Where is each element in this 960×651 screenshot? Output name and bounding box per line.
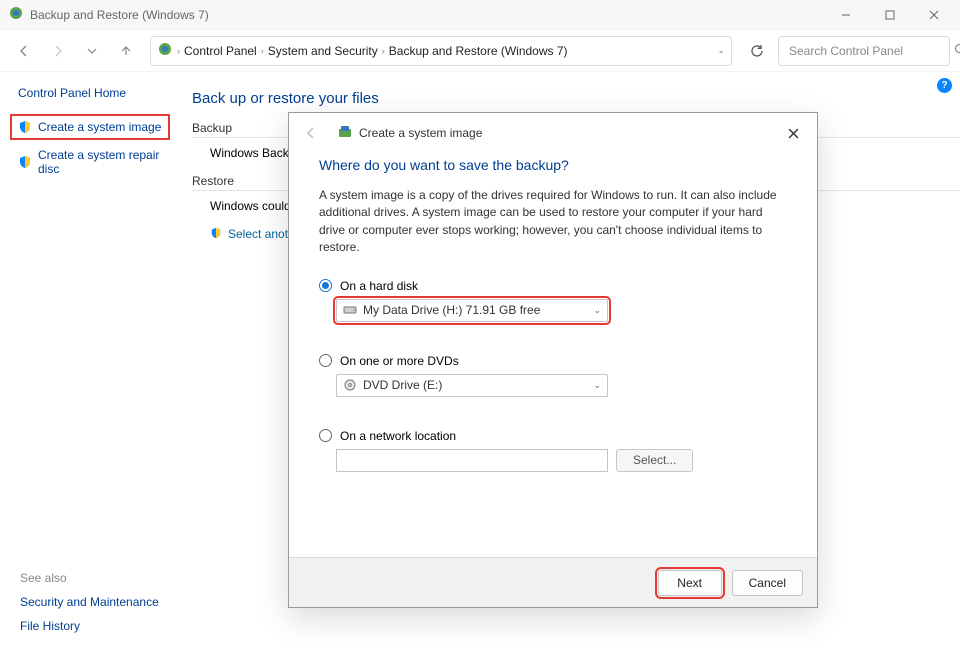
- chevron-right-icon: ›: [382, 46, 385, 56]
- dvd-label[interactable]: On one or more DVDs: [340, 354, 459, 368]
- drive-icon: [343, 304, 357, 316]
- breadcrumb-system-security[interactable]: System and Security: [268, 44, 378, 58]
- see-also: See also Security and Maintenance File H…: [20, 571, 159, 633]
- disc-icon: [343, 379, 357, 391]
- minimize-button[interactable]: [824, 0, 868, 30]
- titlebar: Backup and Restore (Windows 7): [0, 0, 960, 30]
- create-system-image-link[interactable]: Create a system image: [18, 118, 162, 136]
- dialog-description: A system image is a copy of the drives r…: [319, 187, 787, 257]
- create-repair-disc-label: Create a system repair disc: [38, 148, 178, 176]
- dialog-icon: [337, 124, 353, 143]
- next-button[interactable]: Next: [658, 570, 722, 596]
- back-button[interactable]: [10, 37, 38, 65]
- chevron-right-icon: ›: [177, 46, 180, 56]
- security-maintenance-link[interactable]: Security and Maintenance: [20, 595, 159, 609]
- backup-target-hard-disk: On a hard disk My Data Drive (H:) 71.91 …: [319, 279, 787, 322]
- breadcrumb-backup-restore[interactable]: Backup and Restore (Windows 7): [389, 44, 568, 58]
- shield-icon: [210, 227, 224, 241]
- page-title: Back up or restore your files: [192, 90, 960, 107]
- create-system-image-label: Create a system image: [38, 120, 161, 134]
- file-history-link[interactable]: File History: [20, 619, 159, 633]
- create-repair-disc-link[interactable]: Create a system repair disc: [18, 146, 178, 178]
- dialog-close-button[interactable]: [779, 119, 807, 147]
- dvd-radio[interactable]: [319, 354, 332, 367]
- refresh-button[interactable]: [742, 36, 772, 66]
- addressbar-icon: [157, 41, 173, 60]
- maximize-button[interactable]: [868, 0, 912, 30]
- hard-disk-value: My Data Drive (H:) 71.91 GB free: [363, 303, 540, 317]
- dvd-select[interactable]: DVD Drive (E:) ⌄: [336, 374, 608, 397]
- recent-locations-button[interactable]: [78, 37, 106, 65]
- window-title: Backup and Restore (Windows 7): [30, 8, 209, 22]
- dialog-back-button[interactable]: [297, 119, 325, 147]
- shield-icon: [18, 155, 32, 169]
- hard-disk-select[interactable]: My Data Drive (H:) 71.91 GB free ⌄: [336, 299, 608, 322]
- network-label[interactable]: On a network location: [340, 429, 456, 443]
- sidebar: Control Panel Home Create a system image…: [18, 86, 178, 178]
- backup-target-network: On a network location Select...: [319, 429, 787, 472]
- create-system-image-dialog: Create a system image Where do you want …: [288, 112, 818, 608]
- see-also-label: See also: [20, 571, 159, 585]
- hard-disk-radio[interactable]: [319, 279, 332, 292]
- cancel-button[interactable]: Cancel: [732, 570, 803, 596]
- navbar: › Control Panel › System and Security › …: [0, 30, 960, 72]
- search-field[interactable]: [787, 43, 946, 59]
- chevron-down-icon: ⌄: [593, 305, 601, 316]
- breadcrumb-control-panel[interactable]: Control Panel: [184, 44, 257, 58]
- dialog-title: Create a system image: [359, 126, 482, 140]
- chevron-down-icon[interactable]: ⌄: [717, 45, 725, 56]
- chevron-right-icon: ›: [261, 46, 264, 56]
- network-radio[interactable]: [319, 429, 332, 442]
- forward-button[interactable]: [44, 37, 72, 65]
- search-input[interactable]: [778, 36, 950, 66]
- chevron-down-icon: ⌄: [593, 380, 601, 391]
- select-network-button[interactable]: Select...: [616, 449, 693, 472]
- search-icon: [954, 43, 960, 59]
- dialog-header: Create a system image: [289, 113, 817, 153]
- close-button[interactable]: [912, 0, 956, 30]
- app-icon: [8, 5, 24, 24]
- dialog-heading: Where do you want to save the backup?: [319, 157, 787, 173]
- control-panel-home-link[interactable]: Control Panel Home: [18, 86, 178, 100]
- dvd-value: DVD Drive (E:): [363, 378, 442, 392]
- shield-icon: [18, 120, 32, 134]
- addressbar[interactable]: › Control Panel › System and Security › …: [150, 36, 732, 66]
- hard-disk-label[interactable]: On a hard disk: [340, 279, 418, 293]
- dialog-footer: Next Cancel: [289, 557, 817, 607]
- network-path-input[interactable]: [336, 449, 608, 472]
- dialog-body: Where do you want to save the backup? A …: [289, 153, 817, 557]
- up-button[interactable]: [112, 37, 140, 65]
- backup-target-dvd: On one or more DVDs DVD Drive (E:) ⌄: [319, 354, 787, 397]
